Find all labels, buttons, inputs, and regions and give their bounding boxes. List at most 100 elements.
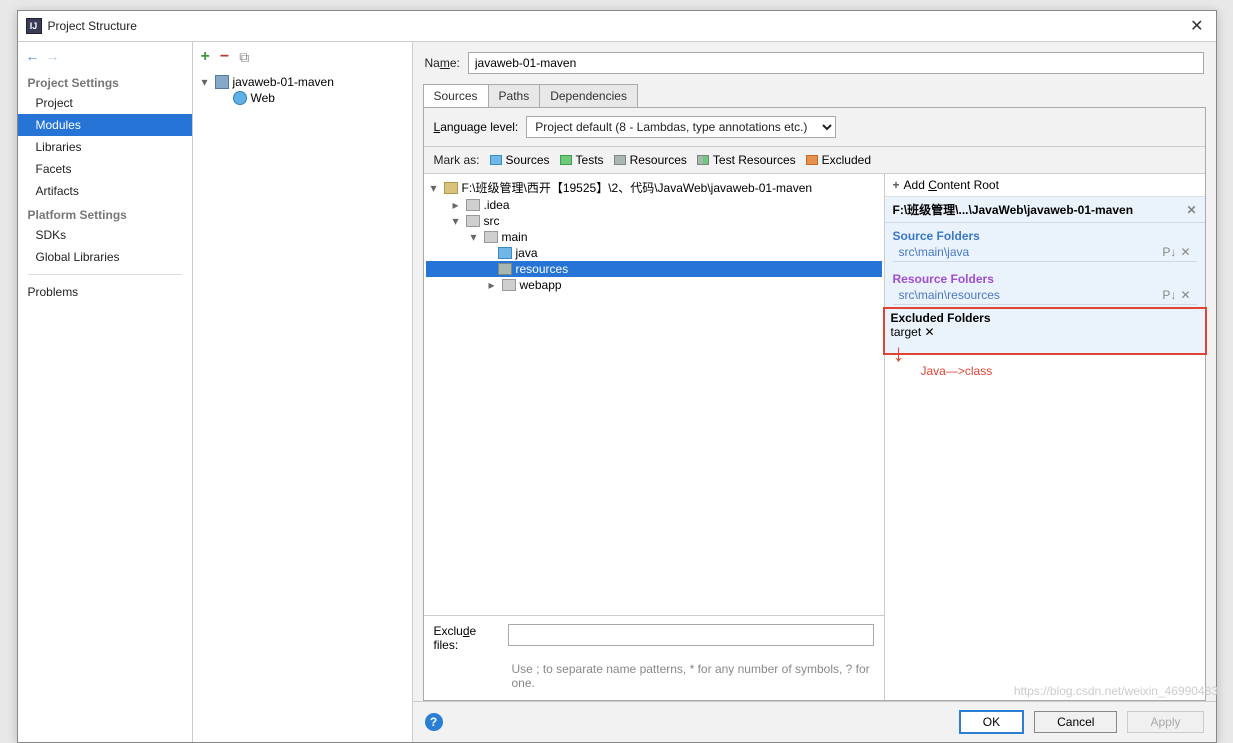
tree-node-java[interactable]: java xyxy=(426,245,882,261)
excluded-folders-header: Excluded Folders xyxy=(891,311,1199,325)
module-root-label: javaweb-01-maven xyxy=(233,75,334,89)
tree-root[interactable]: ▾ F:\班级管理\西开【19525】\2、代码\JavaWeb\javaweb… xyxy=(426,178,882,197)
sidebar-item-artifacts[interactable]: Artifacts xyxy=(18,180,192,202)
folder-icon xyxy=(502,279,516,291)
module-child-web[interactable]: Web xyxy=(197,90,408,106)
folder-icon xyxy=(466,199,480,211)
mark-resources-button[interactable]: Resources xyxy=(614,153,687,167)
chevron-down-icon[interactable]: ▾ xyxy=(450,214,462,228)
folder-resources-icon xyxy=(498,263,512,275)
mark-excluded-button[interactable]: Excluded xyxy=(806,153,871,167)
close-icon[interactable]: ✕ xyxy=(1186,16,1207,36)
excluded-folder-item[interactable]: target ✕ xyxy=(891,325,1199,339)
apply-button[interactable]: Apply xyxy=(1127,711,1203,733)
sidebar-item-global-libraries[interactable]: Global Libraries xyxy=(18,246,192,268)
edit-properties-icon[interactable]: P↓ xyxy=(1162,288,1176,302)
tree-node-idea[interactable]: ▸ .idea xyxy=(426,197,882,213)
folder-icon xyxy=(466,215,480,227)
back-icon[interactable]: ← xyxy=(26,48,40,64)
folder-excluded-icon xyxy=(806,155,818,165)
module-icon xyxy=(215,75,229,89)
ok-button[interactable]: OK xyxy=(959,710,1024,734)
sidebar-item-sdks[interactable]: SDKs xyxy=(18,224,192,246)
help-icon[interactable]: ? xyxy=(425,713,443,731)
sidebar-item-project[interactable]: Project xyxy=(18,92,192,114)
module-name-input[interactable] xyxy=(468,52,1204,74)
source-tree-panel: ▾ F:\班级管理\西开【19525】\2、代码\JavaWeb\javaweb… xyxy=(424,174,885,700)
nav-history: ← → xyxy=(18,42,192,70)
source-folders-header: Source Folders xyxy=(893,225,1197,243)
add-content-root-button[interactable]: + Add Content Root xyxy=(885,174,1205,197)
module-detail-panel: Name: Sources Paths Dependencies Languag… xyxy=(413,42,1216,742)
resource-folders-header: Resource Folders xyxy=(893,268,1197,286)
tree-node-resources[interactable]: resources xyxy=(426,261,882,277)
remove-icon[interactable]: ✕ xyxy=(1180,288,1190,302)
tab-paths[interactable]: Paths xyxy=(488,84,541,107)
mark-as-row: Mark as: Sources Tests Resources Test Re… xyxy=(424,147,1205,174)
sidebar-separator xyxy=(28,274,182,275)
resource-folder-item[interactable]: src\main\resources P↓✕ xyxy=(893,286,1197,305)
group-project-settings: Project Settings xyxy=(18,70,192,92)
module-tree[interactable]: ▾ javaweb-01-maven Web xyxy=(193,72,412,742)
folder-icon xyxy=(484,231,498,243)
app-icon: IJ xyxy=(26,18,42,34)
sources-split: ▾ F:\班级管理\西开【19525】\2、代码\JavaWeb\javaweb… xyxy=(424,174,1205,700)
folder-icon xyxy=(444,182,458,194)
tree-node-src[interactable]: ▾ src xyxy=(426,213,882,229)
folder-source-icon xyxy=(498,247,512,259)
module-child-label: Web xyxy=(251,91,275,105)
add-module-icon[interactable]: + xyxy=(201,48,210,66)
language-level-select[interactable]: Project default (8 - Lambdas, type annot… xyxy=(526,116,836,138)
mark-tests-button[interactable]: Tests xyxy=(560,153,604,167)
sidebar-item-facets[interactable]: Facets xyxy=(18,158,192,180)
module-tabs: Sources Paths Dependencies xyxy=(413,84,1216,107)
chevron-right-icon[interactable]: ▸ xyxy=(450,198,462,212)
resource-folders-section: Resource Folders src\main\resources P↓✕ xyxy=(885,266,1205,309)
chevron-right-icon[interactable]: ▸ xyxy=(486,278,498,292)
titlebar: IJ Project Structure ✕ xyxy=(18,11,1216,41)
user-annotation: ↓ Java—>class xyxy=(893,344,993,380)
content-root-path[interactable]: F:\班级管理\...\JavaWeb\javaweb-01-maven ✕ xyxy=(885,197,1205,223)
sidebar-item-libraries[interactable]: Libraries xyxy=(18,136,192,158)
dialog-footer: ? OK Cancel Apply https://blog.csdn.net/… xyxy=(413,701,1216,742)
module-root[interactable]: ▾ javaweb-01-maven xyxy=(197,74,408,90)
chevron-down-icon[interactable]: ▾ xyxy=(199,75,211,89)
folder-blue-icon xyxy=(490,155,502,165)
source-folder-item[interactable]: src\main\java P↓✕ xyxy=(893,243,1197,262)
remove-module-icon[interactable]: − xyxy=(220,48,229,66)
tab-sources[interactable]: Sources xyxy=(423,84,489,107)
sidebar-item-modules[interactable]: Modules xyxy=(18,114,192,136)
source-tree[interactable]: ▾ F:\班级管理\西开【19525】\2、代码\JavaWeb\javaweb… xyxy=(424,174,884,615)
mark-sources-button[interactable]: Sources xyxy=(490,153,550,167)
name-row: Name: xyxy=(413,42,1216,84)
exclude-files-row: Exclude files: xyxy=(424,615,884,660)
folder-green-icon xyxy=(560,155,572,165)
window-title: Project Structure xyxy=(48,19,1187,33)
tree-node-main[interactable]: ▾ main xyxy=(426,229,882,245)
group-platform-settings: Platform Settings xyxy=(18,202,192,224)
sidebar-item-problems[interactable]: Problems xyxy=(18,281,192,303)
remove-icon[interactable]: ✕ xyxy=(925,325,935,339)
folder-test-resources-icon xyxy=(697,155,709,165)
exclude-files-input[interactable] xyxy=(508,624,874,646)
chevron-down-icon[interactable]: ▾ xyxy=(468,230,480,244)
language-level-row: Language level: Project default (8 - Lam… xyxy=(424,108,1205,147)
edit-properties-icon[interactable]: P↓ xyxy=(1162,245,1176,259)
sidebar: ← → Project Settings Project Modules Lib… xyxy=(18,42,193,742)
forward-icon[interactable]: → xyxy=(46,48,60,64)
name-label: Name: xyxy=(425,56,460,70)
cancel-button[interactable]: Cancel xyxy=(1034,711,1117,733)
watermark-text: https://blog.csdn.net/weixin_46990483 xyxy=(1014,684,1218,698)
mark-test-resources-button[interactable]: Test Resources xyxy=(697,153,796,167)
module-toolbar: + − ⧉ xyxy=(193,42,412,72)
copy-module-icon[interactable]: ⧉ xyxy=(239,49,249,66)
project-structure-dialog: IJ Project Structure ✕ ← → Project Setti… xyxy=(17,10,1217,743)
remove-icon[interactable]: ✕ xyxy=(1180,245,1190,259)
source-folders-section: Source Folders src\main\java P↓✕ xyxy=(885,223,1205,266)
exclude-files-label: Exclude files: xyxy=(434,624,502,652)
arrow-down-icon: ↓ xyxy=(893,344,993,364)
chevron-down-icon[interactable]: ▾ xyxy=(428,181,440,195)
remove-root-icon[interactable]: ✕ xyxy=(1186,203,1196,217)
tree-node-webapp[interactable]: ▸ webapp xyxy=(426,277,882,293)
tab-dependencies[interactable]: Dependencies xyxy=(539,84,638,107)
